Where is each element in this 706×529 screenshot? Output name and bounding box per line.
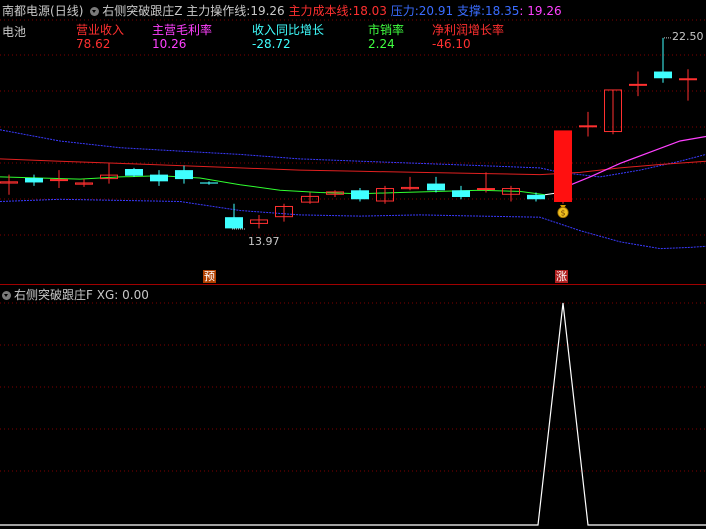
main-grid <box>0 19 706 236</box>
candle-9 <box>225 203 243 230</box>
candle-body <box>527 194 545 200</box>
low-price-label: 13.97 <box>248 235 280 248</box>
candle-25 <box>629 71 647 97</box>
candle-body <box>125 169 143 176</box>
candle-body <box>452 190 470 198</box>
candle-17 <box>427 176 445 193</box>
candle-10 <box>250 214 268 229</box>
candle-3 <box>75 179 93 187</box>
pre-marker[interactable]: 预 <box>203 270 216 283</box>
candle-23 <box>579 111 597 137</box>
candle-body <box>50 179 68 182</box>
sub-signal-chart[interactable] <box>0 285 706 529</box>
candle-body <box>477 188 495 191</box>
candle-1 <box>25 174 43 186</box>
candle-15 <box>376 185 394 204</box>
candle-24 <box>604 89 622 135</box>
candle-12 <box>301 192 319 204</box>
candle-body <box>175 170 193 180</box>
band-lower-line <box>0 198 706 250</box>
svg-text:$: $ <box>560 209 565 218</box>
candle-body <box>554 130 572 203</box>
candle-7 <box>175 165 193 184</box>
candle-body <box>351 190 369 200</box>
candle-21 <box>527 192 545 202</box>
candle-19 <box>477 172 495 193</box>
candle-18 <box>452 185 470 200</box>
chart-window: 南都电源(日线) 右侧突破跟庄Z 主力操作线:19.26 主力成本线:18.03… <box>0 0 706 529</box>
main-price-chart[interactable] <box>0 0 706 285</box>
candle-2 <box>50 170 68 189</box>
candle-body <box>25 177 43 183</box>
candle-22 <box>554 130 572 204</box>
money-bag-icon[interactable]: $ <box>556 202 570 218</box>
candle-body <box>427 183 445 191</box>
candle-body <box>679 78 697 81</box>
high-price-label: 22.50 <box>672 30 704 43</box>
candle-11 <box>275 203 293 222</box>
candles <box>0 37 697 230</box>
candle-27 <box>679 69 697 101</box>
candle-13 <box>326 190 344 198</box>
candle-14 <box>351 188 369 202</box>
candle-6 <box>150 170 168 186</box>
candle-body <box>654 71 672 79</box>
sub-grid <box>0 302 706 472</box>
candle-body <box>629 83 647 86</box>
candle-body <box>200 182 218 184</box>
candle-5 <box>125 167 143 177</box>
candle-body <box>579 125 597 128</box>
up-marker[interactable]: 涨 <box>555 270 568 283</box>
candle-26 <box>654 37 672 83</box>
top-dash <box>232 37 672 230</box>
candle-body <box>225 217 243 229</box>
candle-8 <box>200 181 218 185</box>
candle-body <box>150 174 168 182</box>
candle-16 <box>401 176 419 191</box>
candle-4 <box>100 163 118 184</box>
signal-line <box>0 302 706 526</box>
